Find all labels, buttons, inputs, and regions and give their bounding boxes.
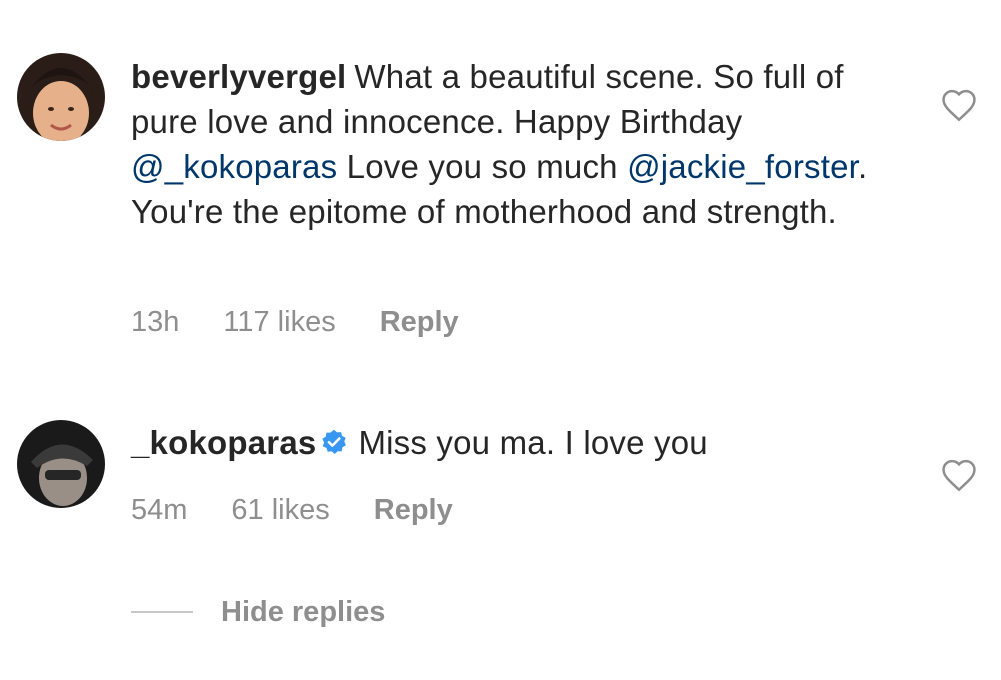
username[interactable]: _kokoparas: [131, 424, 316, 461]
comment-meta: 13h 117 likes Reply: [131, 306, 503, 339]
heart-outline-icon[interactable]: [940, 458, 978, 492]
verified-badge-icon: [322, 430, 347, 455]
timestamp: 13h: [131, 306, 180, 338]
reply-button[interactable]: Reply: [380, 306, 459, 339]
likes-count[interactable]: 61 likes: [231, 494, 329, 527]
likes-count[interactable]: 117 likes: [223, 306, 335, 339]
avatar-kokoparas[interactable]: [17, 420, 105, 508]
timestamp: 54m: [131, 494, 188, 526]
mention-jackie-forster[interactable]: @jackie_forster: [627, 148, 858, 185]
comment-text-segment: Miss you ma. I love you: [358, 424, 708, 461]
hide-replies-button[interactable]: Hide replies: [131, 592, 385, 632]
reply-button[interactable]: Reply: [374, 494, 453, 527]
comment-text: beverlyvergel What a beautiful scene. So …: [131, 54, 891, 234]
username[interactable]: beverlyvergel: [131, 58, 346, 95]
comment-text-segment: Love you so much: [337, 148, 628, 185]
heart-outline-icon[interactable]: [940, 88, 978, 122]
comment-text: _kokoparas Miss you ma. I love you: [131, 420, 891, 465]
comment-beverlyvergel: beverlyvergel What a beautiful scene. So …: [0, 0, 1001, 360]
divider-line: [131, 611, 193, 613]
comment-meta: 54m 61 likes Reply: [131, 494, 497, 527]
hide-replies-label: Hide replies: [221, 595, 386, 628]
mention-kokoparas[interactable]: @_kokoparas: [131, 148, 337, 185]
comment-kokoparas: _kokoparas Miss you ma. I love you 54m 6…: [0, 400, 1001, 540]
avatar-beverlyvergel[interactable]: [17, 53, 105, 141]
